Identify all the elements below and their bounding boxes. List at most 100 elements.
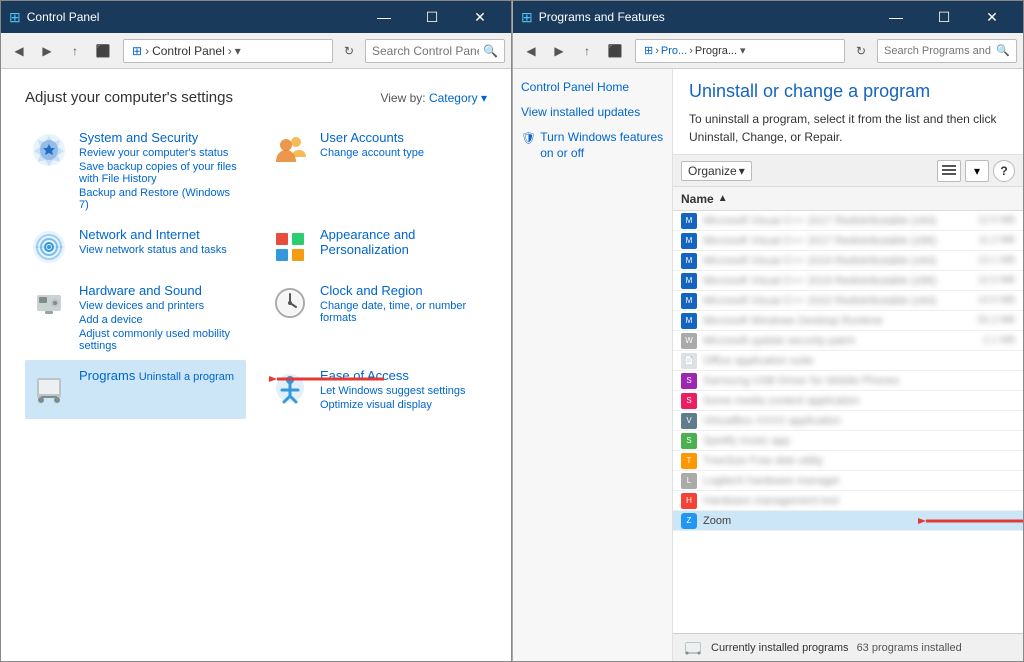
system-title[interactable]: System and Security — [79, 130, 198, 145]
maximize-btn-right[interactable]: ☐ — [921, 2, 967, 32]
pf-header-area: Uninstall or change a program To uninsta… — [673, 69, 1023, 155]
control-panel-window: ⊞ Control Panel — ☐ ✕ ◀ ▶ ↑ ⬛ ⊞ › Contro… — [0, 0, 512, 662]
item-icon-6: W — [681, 333, 697, 349]
forward-btn-left[interactable]: ▶ — [35, 39, 59, 63]
list-item[interactable]: 📄 Office application suite — [673, 351, 1023, 371]
search-input-right[interactable] — [884, 45, 992, 57]
uninstall-program-link[interactable]: Uninstall a program — [139, 371, 234, 383]
sidebar-windows-features[interactable]: 🛡 Turn Windows features on or off — [521, 129, 664, 163]
list-item[interactable]: H Hardware management tool — [673, 491, 1023, 511]
list-view-icon — [942, 164, 956, 178]
system-text: System and Security Review your computer… — [79, 130, 242, 211]
organize-btn[interactable]: Organize ▾ — [681, 161, 752, 181]
list-item[interactable]: S Spotify music app — [673, 431, 1023, 451]
close-btn-left[interactable]: ✕ — [457, 2, 503, 32]
organize-label: Organize — [688, 164, 737, 178]
category-ease: Ease of Access Let Windows suggest setti… — [266, 360, 487, 419]
status-icon — [683, 638, 703, 658]
item-name-8: Samsung USB Driver for Mobile Phones — [703, 375, 1015, 387]
title-bar-right: ⊞ Programs and Features — ☐ ✕ — [513, 1, 1023, 33]
clock-link-1[interactable]: Change date, time, or number formats — [320, 300, 483, 324]
pf-main: Uninstall or change a program To uninsta… — [673, 69, 1023, 661]
list-item[interactable]: M Microsoft Windows Desktop Runtime 55.2… — [673, 311, 1023, 331]
up-btn-left[interactable]: ↑ — [63, 39, 87, 63]
item-icon-14: H — [681, 493, 697, 509]
maximize-btn-left[interactable]: ☐ — [409, 2, 455, 32]
hardware-text: Hardware and Sound View devices and prin… — [79, 283, 242, 352]
sidebar-view-updates[interactable]: View installed updates — [521, 104, 664, 121]
list-item[interactable]: L Logitech hardware manager — [673, 471, 1023, 491]
clock-title[interactable]: Clock and Region — [320, 283, 423, 298]
system-link-3[interactable]: Backup and Restore (Windows 7) — [79, 187, 242, 211]
list-item[interactable]: V VirtualBox XXXX application — [673, 411, 1023, 431]
list-item[interactable]: M Microsoft Visual C++ 2019 Redistributa… — [673, 251, 1023, 271]
view-list-btn[interactable] — [937, 160, 961, 182]
address-path-left[interactable]: ⊞ › Control Panel › ▾ — [123, 39, 333, 63]
list-item[interactable]: T TreeSize Free disk utility — [673, 451, 1023, 471]
refresh-btn-left[interactable]: ↻ — [337, 39, 361, 63]
programs-features-window: ⊞ Programs and Features — ☐ ✕ ◀ ▶ ↑ ⬛ ⊞ … — [512, 0, 1024, 662]
category-programs: Programs Uninstall a program — [25, 360, 246, 419]
item-name-13: Logitech hardware manager — [703, 475, 1015, 487]
category-hardware: Hardware and Sound View devices and prin… — [25, 275, 246, 360]
list-item[interactable]: S Samsung USB Driver for Mobile Phones — [673, 371, 1023, 391]
search-box-right[interactable]: 🔍 — [877, 39, 1017, 63]
ease-title[interactable]: Ease of Access — [320, 368, 409, 383]
help-btn[interactable]: ? — [993, 160, 1015, 182]
recent-btn-left[interactable]: ⬛ — [91, 39, 115, 63]
list-item[interactable]: W Microsoft update security patch 2.1 MB — [673, 331, 1023, 351]
title-bar-controls-left: — ☐ ✕ — [361, 2, 503, 32]
forward-btn-right[interactable]: ▶ — [547, 39, 571, 63]
view-details-btn[interactable]: ▾ — [965, 160, 989, 182]
user-accounts-text: User Accounts Change account type — [320, 130, 483, 159]
search-box-left[interactable]: 🔍 — [365, 39, 505, 63]
minimize-btn-left[interactable]: — — [361, 2, 407, 32]
back-btn-right[interactable]: ◀ — [519, 39, 543, 63]
address-path-right[interactable]: ⊞ › Pro... › Progra... ▾ — [635, 39, 845, 63]
zoom-list-item[interactable]: Z Zoom — [673, 511, 1023, 531]
up-btn-right[interactable]: ↑ — [575, 39, 599, 63]
user-accounts-title[interactable]: User Accounts — [320, 130, 404, 145]
category-clock: Clock and Region Change date, time, or n… — [266, 275, 487, 360]
system-link-2[interactable]: Save backup copies of your files with Fi… — [79, 161, 242, 185]
refresh-btn-right[interactable]: ↻ — [849, 39, 873, 63]
pf-toolbar: Organize ▾ ▾ ? — [673, 155, 1023, 187]
back-btn-left[interactable]: ◀ — [7, 39, 31, 63]
programs-title[interactable]: Programs — [79, 368, 135, 383]
search-input-left[interactable] — [372, 44, 479, 58]
address-bar-left: ◀ ▶ ↑ ⬛ ⊞ › Control Panel › ▾ ↻ 🔍 — [1, 33, 511, 69]
sidebar-control-panel-home[interactable]: Control Panel Home — [521, 79, 664, 96]
item-icon-4: M — [681, 293, 697, 309]
list-item[interactable]: M Microsoft Visual C++ 2017 Redistributa… — [673, 211, 1023, 231]
appearance-icon — [270, 227, 310, 267]
hardware-title[interactable]: Hardware and Sound — [79, 283, 202, 298]
recent-btn-right[interactable]: ⬛ — [603, 39, 627, 63]
hardware-link-3[interactable]: Adjust commonly used mobility settings — [79, 328, 242, 352]
viewby: View by: Category ▾ — [380, 91, 487, 105]
title-bar-controls-right: — ☐ ✕ — [873, 2, 1015, 32]
ease-link-1[interactable]: Let Windows suggest settings — [320, 385, 483, 397]
close-btn-right[interactable]: ✕ — [969, 2, 1015, 32]
network-title[interactable]: Network and Internet — [79, 227, 200, 242]
minimize-btn-right[interactable]: — — [873, 2, 919, 32]
address-text-left: ⊞ — [132, 44, 142, 58]
status-count: 63 programs installed — [857, 642, 962, 654]
list-item[interactable]: M Microsoft Visual C++ 2019 Redistributa… — [673, 271, 1023, 291]
item-name-0: Microsoft Visual C++ 2017 Redistributabl… — [703, 215, 972, 227]
list-item[interactable]: S Some media content application — [673, 391, 1023, 411]
list-item[interactable]: M Microsoft Visual C++ 2022 Redistributa… — [673, 291, 1023, 311]
shield-icon: 🛡 — [521, 130, 536, 147]
network-link-1[interactable]: View network status and tasks — [79, 244, 242, 256]
network-icon — [29, 227, 69, 267]
user-accounts-link-1[interactable]: Change account type — [320, 147, 483, 159]
list-header[interactable]: Name ▲ — [673, 187, 1023, 211]
ease-link-2[interactable]: Optimize visual display — [320, 399, 483, 411]
appearance-title[interactable]: Appearance and Personalization — [320, 227, 415, 257]
title-bar-left: ⊞ Control Panel — ☐ ✕ — [1, 1, 511, 33]
window-title-right: Programs and Features — [539, 10, 867, 24]
system-link-1[interactable]: Review your computer's status — [79, 147, 242, 159]
list-item[interactable]: M Microsoft Visual C++ 2017 Redistributa… — [673, 231, 1023, 251]
hardware-link-2[interactable]: Add a device — [79, 314, 242, 326]
hardware-link-1[interactable]: View devices and printers — [79, 300, 242, 312]
viewby-value[interactable]: Category ▾ — [429, 91, 487, 105]
